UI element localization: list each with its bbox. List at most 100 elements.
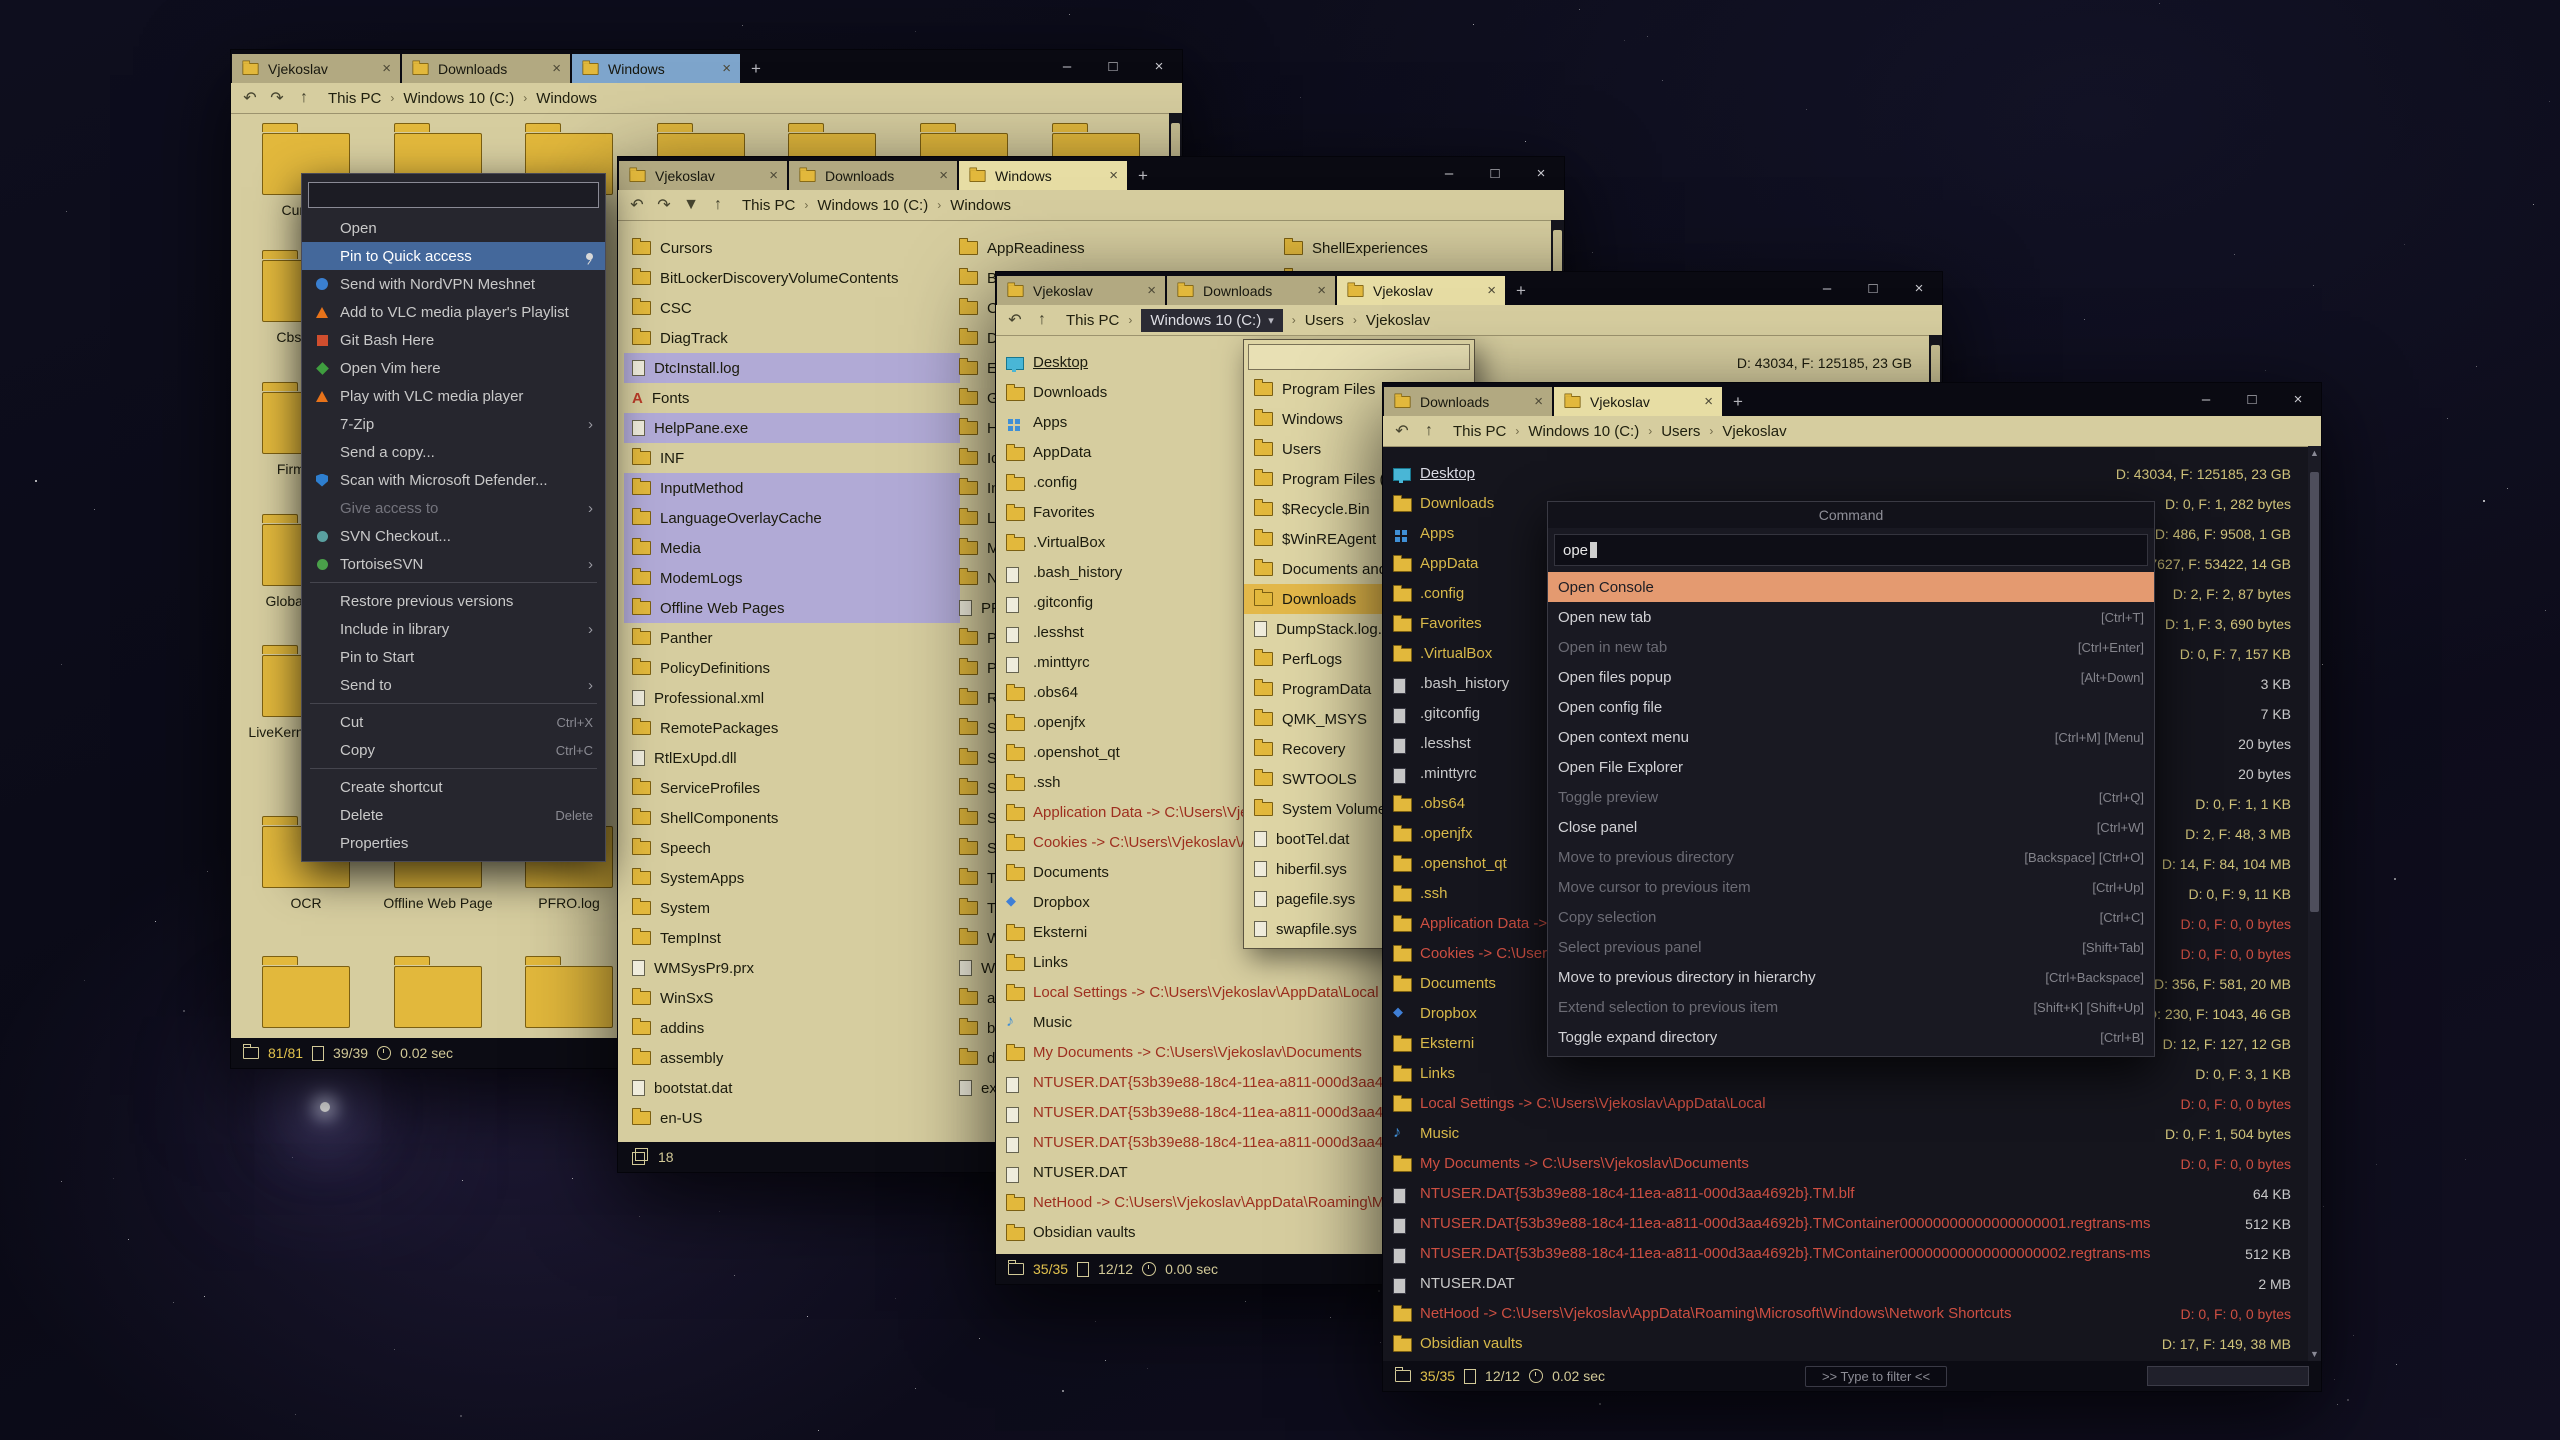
maximize-button[interactable]: □ [1472, 157, 1518, 190]
file-row[interactable]: AppReadiness [951, 233, 1279, 263]
file-row[interactable]: CSC [624, 293, 960, 323]
menu-item-7-zip[interactable]: 7-Zip› [302, 410, 605, 438]
close-button[interactable]: × [1518, 157, 1564, 190]
tab-close-icon[interactable]: × [1109, 167, 1118, 184]
tab-close-icon[interactable]: × [552, 60, 561, 77]
back-icon[interactable]: ↶ [628, 195, 646, 215]
tab-vjekoslav[interactable]: Vjekoslav× [1554, 387, 1722, 416]
new-tab-button[interactable]: + [1506, 276, 1536, 305]
folder-item-prefetch[interactable]: Prefetch [377, 954, 499, 1038]
breadcrumb-item-windows[interactable]: Windows [536, 90, 597, 107]
file-row[interactable]: ServiceProfiles [624, 773, 960, 803]
file-row[interactable]: Speech [624, 833, 960, 863]
breadcrumb-item-vjekoslav[interactable]: Vjekoslav [1722, 423, 1786, 440]
file-row[interactable]: System [624, 893, 960, 923]
tab-windows[interactable]: Windows× [572, 54, 740, 83]
breadcrumb-item-windows-10-c[interactable]: Windows 10 (C:) [817, 197, 928, 214]
file-row[interactable]: SystemApps [624, 863, 960, 893]
tab-close-icon[interactable]: × [722, 60, 731, 77]
file-row[interactable]: AFonts [624, 383, 960, 413]
breadcrumb-item-windows-10-c[interactable]: Windows 10 (C:)▾ [1141, 309, 1282, 332]
maximize-button[interactable]: □ [1850, 272, 1896, 305]
file-row[interactable]: My Documents -> C:\Users\Vjekoslav\Docum… [1383, 1149, 2308, 1179]
scrollbar[interactable]: ▲ ▼ [2308, 446, 2321, 1361]
command-input[interactable]: ope [1554, 534, 2148, 566]
menu-item-include-in-library[interactable]: Include in library› [302, 615, 605, 643]
tab-downloads[interactable]: Downloads× [1167, 276, 1335, 305]
tab-close-icon[interactable]: × [1534, 393, 1543, 410]
tab-vjekoslav[interactable]: Vjekoslav× [1337, 276, 1505, 305]
tab-close-icon[interactable]: × [1487, 282, 1496, 299]
breadcrumb-item-this-pc[interactable]: This PC [1453, 423, 1506, 440]
command-item-open-console[interactable]: Open Console [1548, 572, 2154, 602]
file-row[interactable]: NetHood -> C:\Users\Vjekoslav\AppData\Ro… [1383, 1299, 2308, 1329]
file-row[interactable]: Professional.xml [624, 683, 960, 713]
file-row[interactable]: Obsidian vaultsD: 17, F: 149, 38 MB [1383, 1329, 2308, 1359]
breadcrumb-item-this-pc[interactable]: This PC [742, 197, 795, 214]
command-item-open-files-popup[interactable]: Open files popup[Alt+Down] [1548, 662, 2154, 692]
scroll-down-icon[interactable]: ▼ [2308, 1349, 2321, 1359]
minimize-button[interactable]: – [1804, 272, 1850, 305]
scrollbar-thumb[interactable] [2310, 472, 2319, 912]
up-icon[interactable]: ↑ [709, 196, 727, 214]
menu-item-send-a-copy[interactable]: Send a copy... [302, 438, 605, 466]
maximize-button[interactable]: □ [2229, 383, 2275, 416]
menu-item-play-with-vlc-media-player[interactable]: Play with VLC media player [302, 382, 605, 410]
file-row[interactable]: Cursors [624, 233, 960, 263]
forward-icon[interactable]: ↷ [655, 195, 673, 215]
tab-vjekoslav[interactable]: Vjekoslav× [232, 54, 400, 83]
menu-item-open-vim-here[interactable]: Open Vim here [302, 354, 605, 382]
command-item-extend-selection-to-previous-item[interactable]: Extend selection to previous item[Shift+… [1548, 992, 2154, 1022]
file-row[interactable]: DiagTrack [624, 323, 960, 353]
command-item-open-file-explorer[interactable]: Open File Explorer [1548, 752, 2154, 782]
file-row[interactable]: Panther [624, 623, 960, 653]
file-row[interactable]: WMSysPr9.prx [624, 953, 960, 983]
tab-close-icon[interactable]: × [382, 60, 391, 77]
tab-vjekoslav[interactable]: Vjekoslav× [997, 276, 1165, 305]
menu-item-give-access-to[interactable]: Give access to› [302, 494, 605, 522]
breadcrumb-item-this-pc[interactable]: This PC [328, 90, 381, 107]
tab-windows[interactable]: Windows× [959, 161, 1127, 190]
file-row[interactable]: DtcInstall.log [624, 353, 960, 383]
new-tab-button[interactable]: + [1723, 387, 1753, 416]
file-row[interactable]: PolicyDefinitions [624, 653, 960, 683]
file-row[interactable]: RtlExUpd.dll [624, 743, 960, 773]
file-row[interactable]: Offline Web Pages [624, 593, 960, 623]
tab-vjekoslav[interactable]: Vjekoslav× [619, 161, 787, 190]
tab-close-icon[interactable]: × [1317, 282, 1326, 299]
new-tab-button[interactable]: + [1128, 161, 1158, 190]
up-icon[interactable]: ↑ [1420, 422, 1438, 440]
close-button[interactable]: × [1136, 50, 1182, 83]
command-item-open-config-file[interactable]: Open config file [1548, 692, 2154, 722]
tab-downloads[interactable]: Downloads× [402, 54, 570, 83]
dropdown-filter-input[interactable] [1248, 344, 1470, 370]
breadcrumb-item-windows-10-c[interactable]: Windows 10 (C:) [1528, 423, 1639, 440]
breadcrumb-item-windows[interactable]: Windows [950, 197, 1011, 214]
breadcrumb-item-this-pc[interactable]: This PC [1066, 312, 1119, 329]
command-item-move-to-previous-directory-in-hierarchy[interactable]: Move to previous directory in hierarchy[… [1548, 962, 2154, 992]
file-row[interactable]: LanguageOverlayCache [624, 503, 960, 533]
minimize-button[interactable]: – [2183, 383, 2229, 416]
file-row[interactable]: en-US [624, 1103, 960, 1133]
menu-item-restore-previous-versions[interactable]: Restore previous versions [302, 587, 605, 615]
command-item-move-cursor-to-previous-item[interactable]: Move cursor to previous item[Ctrl+Up] [1548, 872, 2154, 902]
new-tab-button[interactable]: + [741, 54, 771, 83]
command-item-move-to-previous-directory[interactable]: Move to previous directory[Backspace] [C… [1548, 842, 2154, 872]
file-row[interactable]: bootstat.dat [624, 1073, 960, 1103]
folder-item-printdialog[interactable]: PrintDialog [508, 954, 630, 1038]
scroll-up-icon[interactable]: ▲ [2308, 448, 2321, 458]
file-row[interactable]: RemotePackages [624, 713, 960, 743]
command-item-select-previous-panel[interactable]: Select previous panel[Shift+Tab] [1548, 932, 2154, 962]
minimize-button[interactable]: – [1044, 50, 1090, 83]
up-icon[interactable]: ↑ [295, 89, 313, 107]
breadcrumb-item-users[interactable]: Users [1661, 423, 1700, 440]
filter-input[interactable] [2147, 1366, 2309, 1386]
tab-downloads[interactable]: Downloads× [789, 161, 957, 190]
command-item-copy-selection[interactable]: Copy selection[Ctrl+C] [1548, 902, 2154, 932]
up-icon[interactable]: ↑ [1033, 311, 1051, 329]
minimize-button[interactable]: – [1426, 157, 1472, 190]
tab-close-icon[interactable]: × [1704, 393, 1713, 410]
menu-item-send-with-nordvpn-meshnet[interactable]: Send with NordVPN Meshnet [302, 270, 605, 298]
menu-item-pin-to-quick-access[interactable]: Pin to Quick access [302, 242, 605, 270]
menu-item-scan-with-microsoft-defender[interactable]: Scan with Microsoft Defender... [302, 466, 605, 494]
